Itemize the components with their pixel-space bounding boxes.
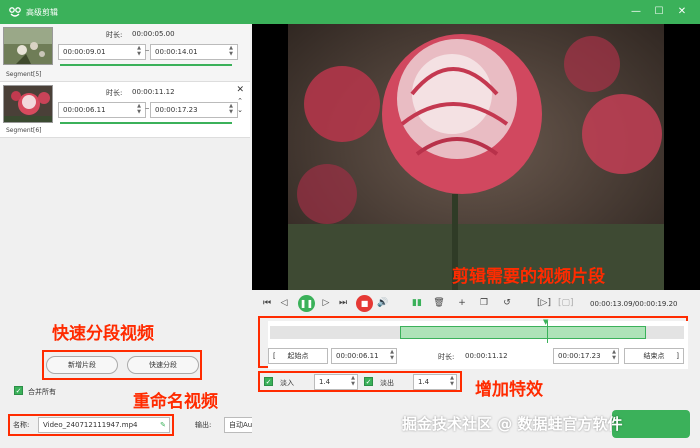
quick-split-button[interactable]: 快速分段 xyxy=(127,356,199,374)
end-time-field[interactable]: 00:00:17.23 ▲ ▼ xyxy=(553,348,619,364)
segment-thumbnail xyxy=(3,85,53,123)
title-bar: 高级剪辑 — ☐ ✕ xyxy=(0,0,700,24)
segment-item[interactable]: Segment[5] 时长: 00:00:05.00 00:00:09.01 ▲… xyxy=(0,24,250,82)
export-button[interactable] xyxy=(612,410,690,438)
fade-out-input[interactable]: 1.4 ▲ ▼ xyxy=(413,374,457,390)
duration-value: 00:00:11.12 xyxy=(465,352,508,360)
spin-arrows-icon[interactable]: ▲ ▼ xyxy=(351,375,355,387)
spin-arrows-icon[interactable]: ▲ ▼ xyxy=(227,45,235,59)
spin-arrows-icon[interactable]: ▲ ▼ xyxy=(450,375,454,387)
add-icon[interactable]: + xyxy=(455,296,469,310)
duration-value: 00:00:05.00 xyxy=(132,30,175,38)
fade-in-input[interactable]: 1.4 ▲ ▼ xyxy=(314,374,358,390)
volume-icon[interactable]: 🔊 xyxy=(376,296,390,310)
segment-start-field[interactable]: 00:00:06.11 ▲ ▼ xyxy=(58,102,146,118)
start-time-field[interactable]: 00:00:06.11 ▲ ▼ xyxy=(331,348,397,364)
app-logo-icon xyxy=(9,7,21,17)
move-down-icon[interactable]: ⌄ xyxy=(237,106,243,114)
segment-label: Segment[6] xyxy=(6,127,42,134)
fade-out-checkbox[interactable]: ✓ xyxy=(364,377,373,386)
duration-label: 时长: xyxy=(106,31,123,39)
spin-arrows-icon[interactable]: ▲ ▼ xyxy=(135,103,143,117)
video-frame-image xyxy=(288,24,664,290)
merge-all-label: 合并所有 xyxy=(28,388,56,396)
annotation-cut: 剪辑需要的视频片段 xyxy=(452,267,605,287)
step-forward-icon[interactable]: ▷ xyxy=(319,296,333,310)
duration-value: 00:00:11.12 xyxy=(132,88,175,96)
output-label: 输出: xyxy=(195,421,212,429)
watermark-text: 掘金技术社区 @ 数据蛙官方软件 xyxy=(402,415,623,433)
name-label: 名称: xyxy=(13,421,30,429)
range-dash xyxy=(145,50,149,51)
maximize-button[interactable]: ☐ xyxy=(651,4,667,20)
merge-all-checkbox[interactable]: ✓ xyxy=(14,386,23,395)
spin-arrows-icon[interactable]: ▲ ▼ xyxy=(135,45,143,59)
segment-end-field[interactable]: 00:00:17.23 ▲ ▼ xyxy=(150,102,238,118)
fade-in-label: 淡入 xyxy=(280,379,294,387)
reset-icon[interactable]: ↺ xyxy=(500,296,514,310)
segment-start-field[interactable]: 00:00:09.01 ▲ ▼ xyxy=(58,44,146,60)
segment-range-bar xyxy=(60,122,232,124)
add-segment-button[interactable]: 新增片段 xyxy=(46,356,118,374)
time-display: 00:00:13.09/00:00:19.20 xyxy=(590,300,678,308)
edit-icon[interactable]: ✎ xyxy=(160,418,166,432)
minimize-button[interactable]: — xyxy=(628,4,644,20)
segment-item-selected[interactable]: Segment[6] 时长: 00:00:11.12 00:00:06.11 ▲… xyxy=(0,82,250,138)
set-end-button[interactable]: 结束点 ] xyxy=(624,348,684,364)
split-icon[interactable]: ▮▮ xyxy=(410,296,424,310)
skip-start-icon[interactable]: ⏮ xyxy=(260,296,274,310)
duration-label: 时长: xyxy=(106,89,123,97)
mark-in-icon[interactable]: [▷] xyxy=(537,296,551,310)
set-start-button[interactable]: [ 起始点 xyxy=(268,348,328,364)
spin-arrows-icon[interactable]: ▲ ▼ xyxy=(390,349,394,361)
segment-thumbnail xyxy=(3,27,53,65)
playhead-marker-icon[interactable]: ▼ xyxy=(543,318,548,326)
stop-icon[interactable]: ■ xyxy=(356,295,373,312)
mark-out-icon[interactable]: [▢] xyxy=(558,296,574,310)
fade-out-label: 淡出 xyxy=(380,379,394,387)
filename-input[interactable]: Video_240712111947.mp4 ✎ xyxy=(38,417,170,433)
remove-segment-icon[interactable]: ✕ xyxy=(236,85,244,95)
segment-range-bar xyxy=(60,64,232,66)
segment-end-field[interactable]: 00:00:14.01 ▲ ▼ xyxy=(150,44,238,60)
move-up-icon[interactable]: ⌃ xyxy=(237,97,243,105)
delete-icon[interactable]: 🗑 xyxy=(432,296,446,310)
timeline-selection[interactable] xyxy=(400,326,646,339)
range-dash xyxy=(145,108,149,109)
skip-end-icon[interactable]: ⏭ xyxy=(336,296,350,310)
segment-label: Segment[5] xyxy=(6,71,42,78)
pause-icon[interactable]: ❚❚ xyxy=(298,295,315,312)
duration-label: 时长: xyxy=(438,353,455,361)
annotation-effects: 增加特效 xyxy=(475,380,543,400)
annotation-rename: 重命名视频 xyxy=(133,392,218,412)
copy-icon[interactable]: ❐ xyxy=(477,296,491,310)
spin-arrows-icon[interactable]: ▲ ▼ xyxy=(612,349,616,361)
video-preview[interactable] xyxy=(252,24,700,290)
close-button[interactable]: ✕ xyxy=(674,4,690,20)
annotation-quick-split: 快速分段视频 xyxy=(52,324,154,344)
fade-in-checkbox[interactable]: ✓ xyxy=(264,377,273,386)
spin-arrows-icon[interactable]: ▲ ▼ xyxy=(227,103,235,117)
step-back-icon[interactable]: ◁ xyxy=(277,296,291,310)
window-title: 高级剪辑 xyxy=(26,8,58,17)
